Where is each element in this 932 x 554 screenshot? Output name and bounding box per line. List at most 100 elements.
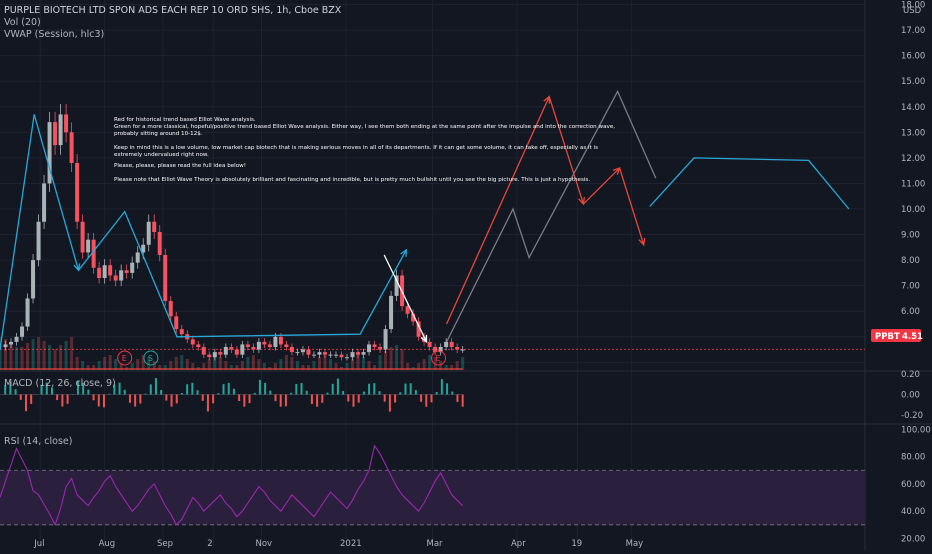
annotation-line-1: Red for historical trend based Elliot Wa… bbox=[114, 117, 256, 123]
candle-body bbox=[207, 355, 211, 358]
macd-histogram-bar bbox=[394, 394, 396, 402]
candle-body bbox=[345, 357, 349, 358]
time-tick-label: Jul bbox=[33, 539, 44, 549]
volume-bar bbox=[43, 341, 46, 370]
macd-histogram-bar bbox=[368, 384, 370, 395]
volume-bar bbox=[362, 357, 365, 370]
last-price-tag[interactable]: PPBT 4.51 bbox=[871, 329, 923, 342]
rsi-label[interactable]: RSI (14, close) bbox=[4, 436, 72, 447]
candle-body bbox=[130, 263, 134, 273]
candle-body bbox=[339, 355, 343, 358]
candle-body bbox=[279, 337, 283, 345]
price-tag-symbol: PPBT bbox=[875, 332, 900, 342]
candle-body bbox=[362, 352, 366, 355]
volume-bar bbox=[65, 341, 68, 370]
elliott-marker-label: E bbox=[436, 354, 441, 363]
macd-tick-label: 0.00 bbox=[901, 390, 920, 400]
annotation-line-2: Green for a more classical, hopeful/posi… bbox=[114, 124, 615, 130]
candle-body bbox=[218, 352, 222, 355]
candle-body bbox=[323, 352, 327, 355]
volume-bar bbox=[279, 359, 282, 370]
candle-body bbox=[97, 268, 101, 278]
macd-histogram-bar bbox=[456, 394, 458, 402]
candle-body bbox=[461, 350, 465, 351]
candle-body bbox=[284, 344, 288, 347]
macd-histogram-bar bbox=[134, 394, 136, 406]
candle-body bbox=[103, 265, 107, 278]
macd-histogram-bar bbox=[311, 394, 313, 404]
volume-bar bbox=[461, 357, 464, 370]
macd-histogram-bar bbox=[145, 394, 147, 395]
macd-histogram-bar bbox=[165, 394, 167, 400]
candle-body bbox=[64, 114, 68, 132]
candle-body bbox=[290, 347, 294, 352]
macd-histogram-bar bbox=[327, 393, 329, 395]
candle-body bbox=[312, 355, 316, 356]
candle-body bbox=[373, 344, 377, 347]
macd-tick-label: -0.20 bbox=[901, 411, 923, 421]
candle-body bbox=[15, 337, 19, 342]
volume-bar bbox=[114, 359, 117, 370]
price-tick-label: 7.00 bbox=[901, 282, 920, 292]
macd-histogram-bar bbox=[223, 384, 225, 394]
macd-histogram-bar bbox=[430, 394, 432, 402]
macd-histogram-bar bbox=[30, 394, 32, 403]
elliott-marker-label: S bbox=[148, 354, 153, 363]
macd-histogram-bar bbox=[404, 384, 406, 395]
macd-histogram-bar bbox=[264, 383, 266, 395]
macd-histogram-bar bbox=[280, 394, 282, 406]
macd-histogram-bar bbox=[191, 383, 193, 395]
candle-body bbox=[147, 222, 151, 245]
macd-histogram-bar bbox=[337, 379, 339, 395]
macd-histogram-bar bbox=[321, 394, 323, 402]
macd-histogram-bar bbox=[233, 389, 235, 395]
annotation-line-3: probably sitting around 10-12$. bbox=[114, 131, 203, 137]
macd-histogram-bar bbox=[212, 394, 214, 403]
price-tick-label: 6.00 bbox=[901, 307, 920, 317]
volume-indicator-label[interactable]: Vol (20) bbox=[4, 17, 41, 28]
candle-body bbox=[229, 347, 233, 350]
candle-body bbox=[378, 347, 382, 350]
candle-body bbox=[174, 316, 178, 329]
macd-histogram-bar bbox=[295, 384, 297, 395]
macd-histogram-bar bbox=[25, 394, 27, 411]
price-tick-label: 14.00 bbox=[901, 103, 925, 113]
candle-body bbox=[334, 355, 338, 356]
macd-histogram-bar bbox=[243, 394, 245, 406]
macd-histogram-bar bbox=[108, 394, 110, 395]
candle-body bbox=[158, 232, 162, 255]
volume-bar bbox=[290, 357, 293, 370]
annotation-line-8: Please, please, please read the full ide… bbox=[114, 163, 246, 169]
chart-root: ESE 5.006.007.008.009.0010.0011.0012.001… bbox=[0, 0, 932, 550]
macd-histogram-bar bbox=[420, 394, 422, 401]
candle-body bbox=[196, 344, 200, 347]
macd-histogram-bar bbox=[269, 391, 271, 395]
candle-body bbox=[136, 252, 140, 262]
candle-body bbox=[295, 352, 299, 353]
macd-histogram-bar bbox=[384, 394, 386, 401]
macd-histogram-bar bbox=[332, 384, 334, 395]
rsi-tick-label: 80.00 bbox=[901, 453, 925, 463]
candle-body bbox=[213, 352, 217, 357]
time-tick-label: Mar bbox=[427, 539, 444, 549]
candle-body bbox=[169, 301, 173, 316]
candle-body bbox=[328, 355, 332, 356]
vwap-indicator-label[interactable]: VWAP (Session, hlc3) bbox=[4, 29, 104, 40]
macd-histogram-bar bbox=[119, 383, 121, 395]
time-tick-label: Aug bbox=[99, 539, 116, 549]
macd-histogram-bar bbox=[441, 379, 443, 394]
volume-bar bbox=[32, 339, 35, 370]
macd-histogram-bar bbox=[249, 394, 251, 403]
volume-bar bbox=[246, 357, 249, 370]
macd-histogram-bar bbox=[61, 394, 63, 406]
volume-bar bbox=[329, 359, 332, 370]
candle-body bbox=[306, 350, 310, 355]
volume-bar bbox=[428, 355, 431, 370]
candle-body bbox=[251, 347, 255, 350]
candle-body bbox=[317, 352, 321, 355]
volume-bar bbox=[401, 349, 404, 370]
volume-bar bbox=[390, 347, 393, 370]
candle-body bbox=[455, 347, 459, 350]
macd-histogram-bar bbox=[347, 394, 349, 401]
macd-label[interactable]: MACD (12, 26, close, 9) bbox=[4, 378, 116, 389]
